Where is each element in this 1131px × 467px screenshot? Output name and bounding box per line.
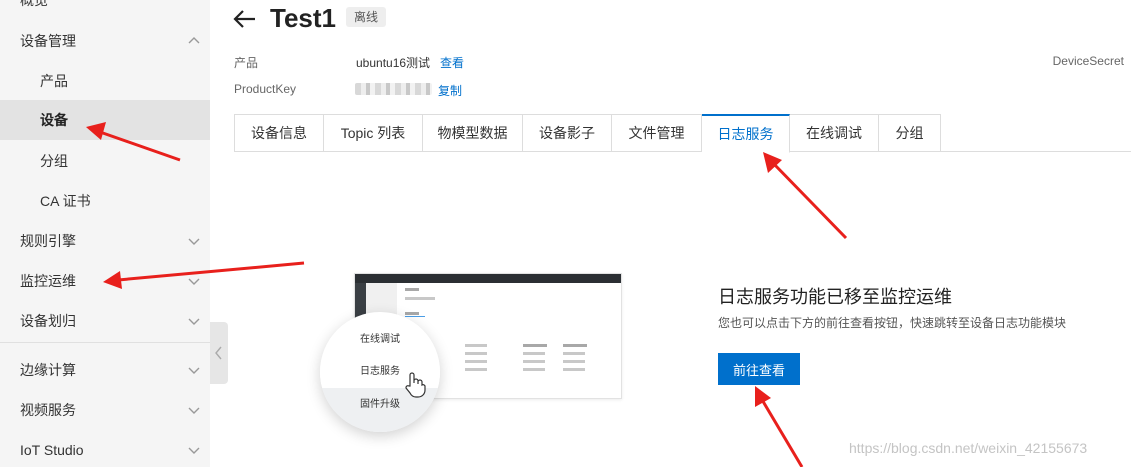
tab-topic-list[interactable]: Topic 列表 xyxy=(324,114,423,152)
page-title: Test1 xyxy=(270,3,336,33)
product-label: 产品 xyxy=(234,56,259,70)
tab-label: 在线调试 xyxy=(806,125,862,141)
illustration-placeholder xyxy=(523,344,547,347)
sidebar-item-rule-engine[interactable]: 规则引擎 xyxy=(0,221,210,261)
sidebar-item-overview[interactable]: 概览 xyxy=(0,0,210,20)
status-badge: 离线 xyxy=(346,7,387,27)
sidebar-item-edge-computing[interactable]: 边缘计算 xyxy=(0,350,210,390)
back-arrow-icon[interactable] xyxy=(233,8,257,30)
panel-title: 日志服务功能已移至监控运维 xyxy=(718,287,952,307)
productkey-blurred-value xyxy=(355,83,432,95)
tab-label: 物模型数据 xyxy=(437,125,508,141)
chevron-down-icon xyxy=(188,318,200,325)
sidebar-item-ca-certificate[interactable]: CA 证书 xyxy=(0,181,210,221)
sidebar-collapse-handle[interactable] xyxy=(210,322,228,384)
sidebar-item-label: IoT Studio xyxy=(20,442,84,458)
illustration-zoom-circle: 在线调试 日志服务 固件升级 xyxy=(320,312,440,432)
illustration-placeholder xyxy=(405,297,435,300)
illustration-placeholder xyxy=(465,352,487,355)
illustration-placeholder xyxy=(405,288,419,291)
tab-online-debug[interactable]: 在线调试 xyxy=(790,114,879,152)
illustration-menu-item: 在线调试 xyxy=(320,324,440,356)
sidebar-item-iot-studio[interactable]: IoT Studio xyxy=(0,430,210,467)
illustration-placeholder xyxy=(563,352,585,355)
tab-log-service[interactable]: 日志服务 xyxy=(702,114,790,153)
sidebar-item-label: 边缘计算 xyxy=(20,362,76,378)
arrow-icon xyxy=(755,386,804,467)
sidebar-item-device-management[interactable]: 设备管理 xyxy=(0,21,210,61)
illustration-placeholder xyxy=(523,368,545,371)
illustration-placeholder xyxy=(563,344,587,347)
arrow-icon xyxy=(763,152,848,240)
illustration-topbar xyxy=(355,274,621,283)
illustration-placeholder xyxy=(465,360,487,363)
sidebar-item-label: 分组 xyxy=(40,153,68,169)
tab-label: 日志服务 xyxy=(717,126,774,142)
sidebar-item-label: CA 证书 xyxy=(40,193,91,209)
sidebar-item-device-assignment[interactable]: 设备划归 xyxy=(0,301,210,341)
tab-label: 文件管理 xyxy=(628,125,685,141)
illustration-placeholder xyxy=(563,368,585,371)
sidebar-divider xyxy=(0,342,210,343)
sidebar-item-label: 产品 xyxy=(40,73,68,89)
tab-group[interactable]: 分组 xyxy=(879,114,941,152)
tab-device-shadow[interactable]: 设备影子 xyxy=(523,114,612,152)
chevron-left-icon xyxy=(215,346,222,360)
illustration-placeholder xyxy=(523,352,545,355)
sidebar-item-monitoring[interactable]: 监控运维 xyxy=(0,261,210,301)
tab-label: Topic 列表 xyxy=(340,125,406,141)
chevron-up-icon xyxy=(188,37,200,44)
sidebar-item-device[interactable]: 设备 xyxy=(0,100,210,140)
illustration-placeholder xyxy=(405,312,419,315)
device-tabs: 设备信息 Topic 列表 物模型数据 设备影子 文件管理 日志服务 在线调试 … xyxy=(234,114,1131,153)
sidebar-item-label: 设备 xyxy=(40,112,68,128)
sidebar-item-label: 设备划归 xyxy=(20,313,76,329)
productkey-copy-link[interactable]: 复制 xyxy=(438,82,462,99)
sidebar-item-video-service[interactable]: 视频服务 xyxy=(0,390,210,430)
sidebar-item-product[interactable]: 产品 xyxy=(0,61,210,101)
illustration-placeholder xyxy=(465,368,487,371)
chevron-down-icon xyxy=(188,407,200,414)
illustration-placeholder xyxy=(465,344,487,347)
sidebar-item-label: 规则引擎 xyxy=(20,233,76,249)
tab-file-management[interactable]: 文件管理 xyxy=(612,114,702,152)
devicesecret-label: DeviceSecret xyxy=(1052,54,1124,68)
sidebar-item-label: 概览 xyxy=(20,0,48,8)
product-value: ubuntu16测试 xyxy=(356,56,431,70)
chevron-down-icon xyxy=(188,238,200,245)
tab-label: 设备影子 xyxy=(539,125,595,141)
tab-label: 设备信息 xyxy=(251,125,307,141)
go-view-button[interactable]: 前往查看 xyxy=(718,353,800,385)
chevron-down-icon xyxy=(188,447,200,454)
sidebar: 概览 设备管理 产品 设备 分组 CA 证书 规则引擎 监控运维 设备划归 边缘… xyxy=(0,0,210,467)
tab-thing-model-data[interactable]: 物模型数据 xyxy=(423,114,523,152)
hand-cursor-icon xyxy=(405,372,426,398)
sidebar-item-label: 监控运维 xyxy=(20,273,76,289)
illustration-placeholder xyxy=(405,316,425,317)
chevron-down-icon xyxy=(188,367,200,374)
sidebar-item-group[interactable]: 分组 xyxy=(0,141,210,181)
watermark: https://blog.csdn.net/weixin_42155673 xyxy=(849,440,1088,456)
productkey-label: ProductKey xyxy=(234,82,297,96)
panel-description: 您也可以点击下方的前往查看按钮，快速跳转至设备日志功能模块 xyxy=(718,316,1067,330)
sidebar-item-label: 设备管理 xyxy=(20,33,76,49)
tab-device-info[interactable]: 设备信息 xyxy=(234,114,324,152)
chevron-down-icon xyxy=(188,278,200,285)
tab-label: 分组 xyxy=(895,125,924,141)
illustration-placeholder xyxy=(523,360,545,363)
illustration-placeholder xyxy=(563,360,585,363)
sidebar-item-label: 视频服务 xyxy=(20,402,76,418)
product-view-link[interactable]: 查看 xyxy=(440,54,464,71)
